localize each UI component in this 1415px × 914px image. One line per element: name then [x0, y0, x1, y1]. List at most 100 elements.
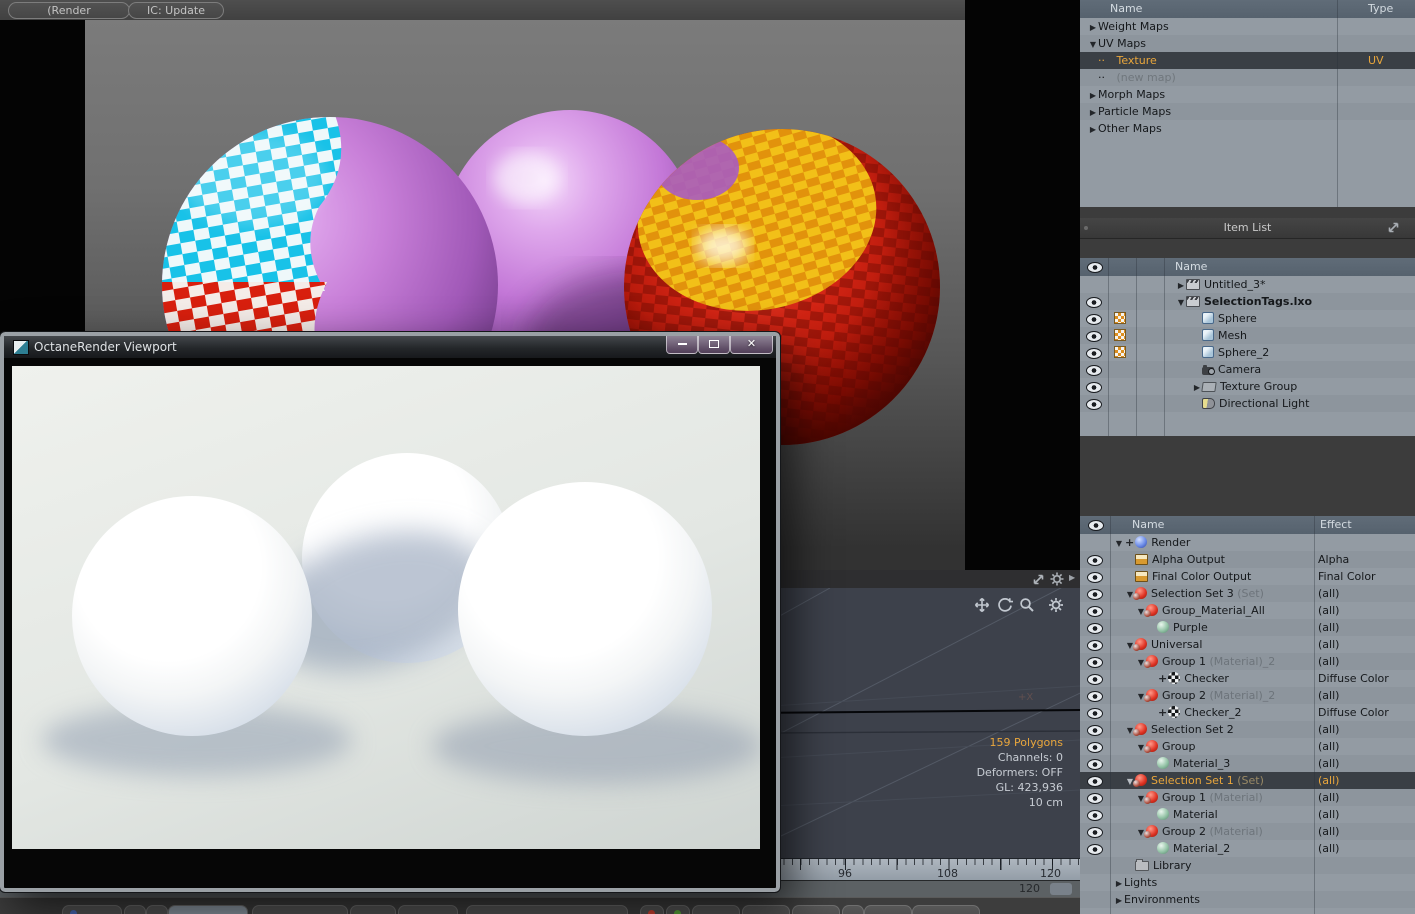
material-cell[interactable]	[1108, 310, 1136, 327]
toolbar-button[interactable]	[640, 905, 664, 914]
zoom-tool-icon[interactable]	[1019, 597, 1035, 613]
visibility-cell[interactable]	[1080, 619, 1110, 636]
eye-icon[interactable]	[1087, 843, 1103, 855]
expander-icon[interactable]: ▶	[1192, 379, 1202, 396]
shader-tree-row[interactable]: ▶ Environments	[1080, 891, 1415, 908]
pane-expand-icon[interactable]	[1032, 573, 1045, 586]
visibility-cell[interactable]	[1080, 721, 1110, 738]
toolbar-button[interactable]	[350, 905, 396, 914]
eye-icon[interactable]	[1087, 656, 1103, 668]
shader-tree-row[interactable]: Library	[1080, 857, 1415, 874]
ic-update-button[interactable]: IC: Update	[128, 2, 224, 19]
rotate-tool-icon[interactable]	[997, 597, 1013, 613]
eye-icon[interactable]	[1087, 639, 1103, 651]
item-list-titlebar[interactable]: Item List	[1080, 218, 1415, 239]
eye-icon[interactable]	[1086, 381, 1102, 393]
render-camera-button[interactable]: (Render Camera)	[8, 2, 130, 32]
effect-value[interactable]: (all)	[1318, 687, 1339, 704]
minimize-button[interactable]	[666, 336, 698, 354]
effect-value[interactable]: (all)	[1318, 789, 1339, 806]
item-list-row[interactable]: Camera	[1080, 361, 1415, 378]
effect-value[interactable]: Alpha	[1318, 551, 1349, 568]
visibility-cell[interactable]	[1080, 585, 1110, 602]
eye-icon[interactable]	[1087, 622, 1103, 634]
visibility-cell[interactable]	[1080, 806, 1110, 823]
eye-icon[interactable]	[1086, 313, 1102, 325]
shader-tree-row[interactable]: ▼ Group 1 (Material) (all)	[1080, 789, 1415, 806]
shader-tree-row[interactable]: Purple (all)	[1080, 619, 1415, 636]
effect-value[interactable]: (all)	[1318, 738, 1339, 755]
shader-tree-row[interactable]: Material_3 (all)	[1080, 755, 1415, 772]
eye-icon[interactable]	[1086, 347, 1102, 359]
material-cell[interactable]	[1108, 344, 1136, 361]
effect-value[interactable]: (all)	[1318, 585, 1339, 602]
expander-icon[interactable]: ▶	[1088, 121, 1098, 138]
vertexmap-row[interactable]: ▶ Particle Maps	[1080, 103, 1415, 120]
toolbar-button[interactable]	[124, 905, 146, 914]
toolbar-button[interactable]	[692, 905, 740, 914]
viewport-gear-icon[interactable]	[1048, 597, 1064, 613]
toolbar-button[interactable]	[742, 905, 790, 914]
eye-icon[interactable]	[1087, 707, 1103, 719]
visibility-cell[interactable]	[1080, 653, 1110, 670]
expander-icon[interactable]: ▶	[1088, 19, 1098, 36]
add-channel-icon[interactable]: +	[1157, 706, 1168, 719]
eye-icon[interactable]	[1087, 775, 1103, 787]
shader-tree-row[interactable]: ▶ Lights	[1080, 874, 1415, 891]
visibility-cell[interactable]	[1080, 738, 1110, 755]
visibility-cell[interactable]	[1080, 344, 1108, 361]
visibility-cell[interactable]	[1080, 293, 1108, 310]
visibility-cell[interactable]	[1080, 772, 1110, 789]
eye-icon[interactable]	[1087, 741, 1103, 753]
shader-tree-row[interactable]: Material (all)	[1080, 806, 1415, 823]
shader-tree-row[interactable]: ▼ Selection Set 1 (Set) (all)	[1080, 772, 1415, 789]
vertexmap-row[interactable]: ▶ Other Maps	[1080, 120, 1415, 137]
shader-tree-row[interactable]: ▼ Universal (all)	[1080, 636, 1415, 653]
effect-value[interactable]: (all)	[1318, 619, 1339, 636]
visibility-cell[interactable]	[1080, 755, 1110, 772]
toolbar-button[interactable]	[912, 905, 980, 914]
toolbar-button[interactable]	[466, 905, 628, 914]
effect-value[interactable]: Diffuse Color	[1318, 704, 1389, 721]
effect-value[interactable]: Final Color	[1318, 568, 1376, 585]
item-list-row[interactable]: Sphere_2	[1080, 344, 1415, 361]
effect-value[interactable]: (all)	[1318, 772, 1339, 789]
shader-tree-row[interactable]: ▼ Selection Set 2 (all)	[1080, 721, 1415, 738]
end-frame-value[interactable]: 120	[1019, 882, 1040, 895]
eye-icon[interactable]	[1086, 330, 1102, 342]
toolbar-button[interactable]	[252, 905, 348, 914]
expander-icon[interactable]: ▼	[1176, 294, 1186, 311]
item-list-row[interactable]: ▼ SelectionTags.lxo	[1080, 293, 1415, 310]
pane-gear-icon[interactable]	[1050, 572, 1064, 586]
shader-tree-row[interactable]: ▼ Group 2 (Material) (all)	[1080, 823, 1415, 840]
add-channel-icon[interactable]: +	[1157, 672, 1168, 685]
shader-tree-row[interactable]: Material_2 (all)	[1080, 840, 1415, 857]
add-channel-icon[interactable]: +	[1124, 536, 1135, 549]
visibility-cell[interactable]	[1080, 602, 1110, 619]
vertexmap-row[interactable]: ▶ Morph Maps	[1080, 86, 1415, 103]
expander-icon[interactable]: ▶	[1176, 277, 1186, 294]
visibility-cell[interactable]	[1080, 361, 1108, 378]
item-list-row[interactable]: ▶ Texture Group	[1080, 378, 1415, 395]
item-list-row[interactable]: Mesh	[1080, 327, 1415, 344]
shader-tree-row[interactable]: ▼ Group 1 (Material)_2 (all)	[1080, 653, 1415, 670]
visibility-cell[interactable]	[1080, 378, 1108, 395]
effect-value[interactable]: (all)	[1318, 755, 1339, 772]
eye-icon[interactable]	[1087, 826, 1103, 838]
toolbar-button[interactable]	[842, 905, 864, 914]
toolbar-button[interactable]	[666, 905, 690, 914]
visibility-cell[interactable]	[1080, 789, 1110, 806]
effect-value[interactable]: (all)	[1318, 806, 1339, 823]
item-list-expand-icon[interactable]	[1387, 221, 1401, 235]
visibility-cell[interactable]	[1080, 704, 1110, 721]
shader-tree-row[interactable]: + Checker Diffuse Color	[1080, 670, 1415, 687]
shader-tree-row[interactable]: ▼ Group (all)	[1080, 738, 1415, 755]
eye-icon[interactable]	[1087, 724, 1103, 736]
expander-icon[interactable]: ▶	[1088, 104, 1098, 121]
shader-tree-row[interactable]: + Checker_2 Diffuse Color	[1080, 704, 1415, 721]
octane-render-window[interactable]: OctaneRender Viewport ✕	[0, 331, 781, 893]
visibility-cell[interactable]	[1080, 687, 1110, 704]
eye-icon[interactable]	[1086, 398, 1102, 410]
effect-value[interactable]: (all)	[1318, 823, 1339, 840]
toolbar-button[interactable]	[146, 905, 168, 914]
